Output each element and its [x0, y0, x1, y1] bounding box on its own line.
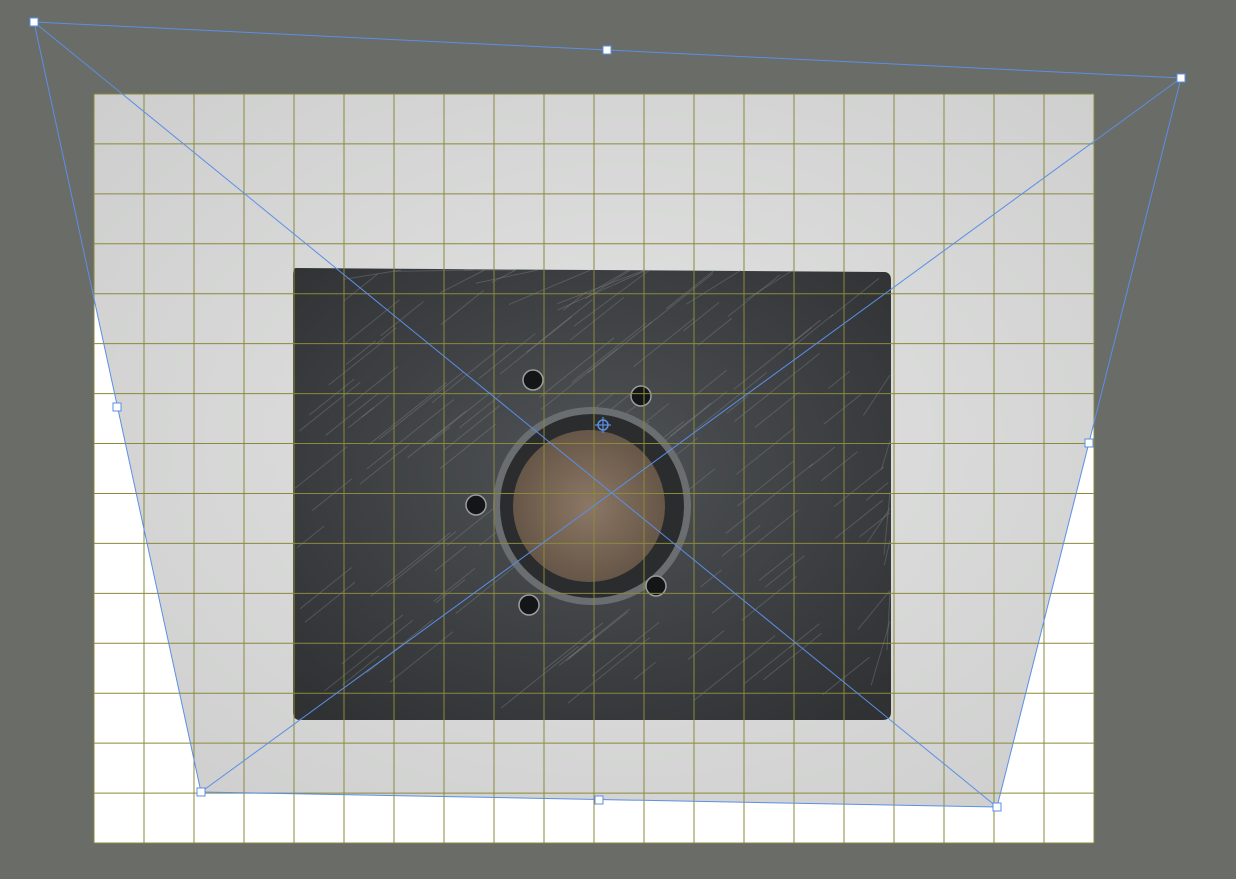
transform-handle-top-left[interactable] [29, 17, 39, 27]
transform-handle-bottom-left[interactable] [196, 787, 206, 797]
transform-workspace [0, 0, 1236, 879]
transform-handle-top-right[interactable] [1176, 73, 1186, 83]
transform-handle-middle-left[interactable] [112, 402, 122, 412]
transform-handle-top-center[interactable] [602, 45, 612, 55]
transform-handle-bottom-center[interactable] [594, 795, 604, 805]
grid-overlay [93, 93, 1095, 844]
canvas[interactable] [0, 0, 1236, 879]
screw-hole [518, 594, 540, 616]
screw-hole [465, 494, 487, 516]
screw-hole [630, 385, 652, 407]
bore-hole [513, 430, 665, 582]
transform-handle-bottom-right[interactable] [992, 802, 1002, 812]
transform-handle-middle-right[interactable] [1084, 438, 1094, 448]
screw-hole [522, 369, 544, 391]
